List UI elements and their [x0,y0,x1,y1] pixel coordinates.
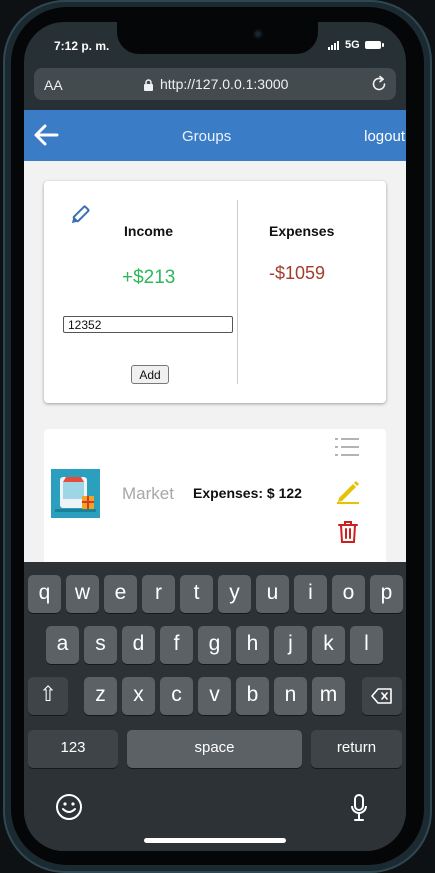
return-key[interactable]: return [311,730,402,768]
shift-key[interactable]: ⇧ [28,677,68,715]
front-camera-icon [253,29,263,39]
key-b[interactable]: b [236,677,269,715]
key-q[interactable]: q [28,575,61,613]
numbers-key[interactable]: 123 [28,730,118,768]
key-a[interactable]: a [46,626,79,664]
status-time: 7:12 p. m. [54,39,110,53]
card-divider [237,200,238,384]
add-button[interactable]: Add [131,365,169,384]
key-c[interactable]: c [160,677,193,715]
key-d[interactable]: d [122,626,155,664]
app-header: Groups logout [24,110,406,161]
key-s[interactable]: s [84,626,117,664]
key-y[interactable]: y [218,575,251,613]
group-name: Market [122,484,174,503]
key-l[interactable]: l [350,626,383,664]
key-i[interactable]: i [294,575,327,613]
backspace-icon [371,688,392,704]
key-x[interactable]: x [122,677,155,715]
group-expenses: Expenses: $ 122 [193,485,302,501]
trash-icon[interactable] [338,520,358,544]
group-card[interactable]: Market Expenses: $ 122 [44,429,386,562]
key-m[interactable]: m [312,677,345,715]
network-type: 5G [345,39,360,51]
expenses-label: Expenses [269,223,335,239]
expenses-value: -$1059 [269,263,326,283]
key-n[interactable]: n [274,677,307,715]
key-o[interactable]: o [332,575,365,613]
text-size-button[interactable]: AA [44,77,63,93]
reload-icon[interactable] [370,75,388,93]
key-h[interactable]: h [236,626,269,664]
key-k[interactable]: k [312,626,345,664]
income-value: +$213 [122,267,176,288]
home-indicator[interactable] [144,838,286,843]
pencil-icon[interactable] [68,205,90,227]
microphone-icon[interactable] [351,794,367,822]
edit-pencil-icon[interactable] [335,478,361,504]
back-arrow-icon[interactable] [33,123,59,147]
income-input[interactable] [63,316,233,333]
on-screen-keyboard: q w e r t y u i o p a s d f g h j k l ⇧ … [24,562,406,851]
key-w[interactable]: w [66,575,99,613]
key-v[interactable]: v [198,677,231,715]
key-j[interactable]: j [274,626,307,664]
battery-icon [365,41,384,49]
emoji-icon[interactable] [55,793,83,821]
summary-card: Income +$213 Add Expenses -$1059 [44,181,386,403]
key-p[interactable]: p [370,575,403,613]
url-bar[interactable]: AA http://127.0.0.1:3000 [34,68,396,100]
key-t[interactable]: t [180,575,213,613]
logout-link[interactable]: logout [364,128,405,145]
notch [117,22,318,54]
key-f[interactable]: f [160,626,193,664]
lock-icon [144,79,153,91]
key-u[interactable]: u [256,575,289,613]
key-z[interactable]: z [84,677,117,715]
signal-icon [328,40,342,50]
space-key[interactable]: space [127,730,302,768]
key-e[interactable]: e [104,575,137,613]
url-text[interactable]: http://127.0.0.1:3000 [160,76,288,92]
key-g[interactable]: g [198,626,231,664]
key-r[interactable]: r [142,575,175,613]
page-title: Groups [182,128,232,145]
list-icon[interactable] [335,436,359,458]
income-label: Income [124,223,174,239]
web-view: Groups logout Income +$213 Add Expenses … [24,110,406,562]
backspace-key[interactable] [362,677,402,715]
market-thumbnail [51,469,100,518]
